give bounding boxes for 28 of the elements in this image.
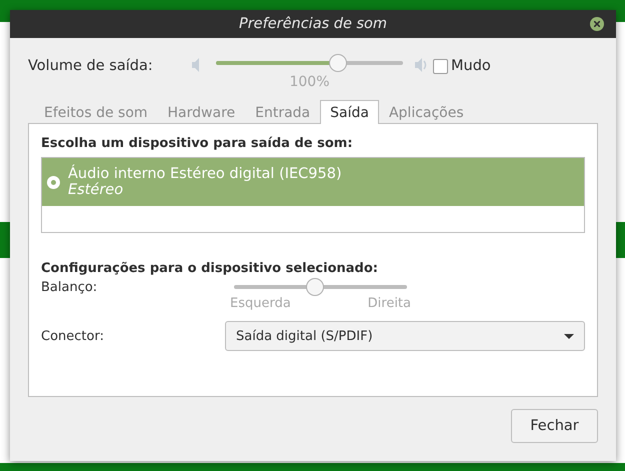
mute-label: Mudo <box>451 58 491 74</box>
connector-dropdown[interactable]: Saída digital (S/PDIF) <box>225 321 585 351</box>
left-label: Esquerda <box>230 296 291 311</box>
tab[interactable]: Efeitos de som <box>34 100 158 124</box>
close-button[interactable] <box>590 17 604 31</box>
tab[interactable]: Saída <box>320 100 379 124</box>
close-dialog-button[interactable]: Fechar <box>511 409 598 443</box>
window-title: Preferências de som <box>10 10 616 38</box>
device-profile: Estéreo <box>68 182 124 198</box>
slider-thumb[interactable] <box>306 278 324 296</box>
mute-checkbox[interactable] <box>433 58 448 74</box>
tab[interactable]: Aplicações <box>378 100 474 124</box>
right-label: Direita <box>368 296 411 311</box>
connector-label: Conector: <box>41 328 104 344</box>
volume-reading: 100% <box>289 74 330 90</box>
speaker-loud-icon <box>415 58 427 72</box>
section-heading: Escolha um dispositivo para saída de som: <box>41 136 354 151</box>
device-name: Áudio interno Estéreo digital (IEC958) <box>68 166 342 182</box>
slider-thumb[interactable] <box>328 54 347 72</box>
balance-label: Balanço: <box>41 280 98 295</box>
close-icon <box>594 21 600 27</box>
tab[interactable]: Entrada <box>245 100 320 124</box>
radio-icon <box>47 176 60 188</box>
volume-label: Volume de saída: <box>28 58 154 74</box>
caret-icon <box>564 334 574 338</box>
section-heading: Configurações para o dispositivo selecionado: <box>41 261 379 276</box>
device-item[interactable]: Áudio interno Estéreo digital (IEC958) Estéreo <box>42 158 584 206</box>
tab[interactable]: Hardware <box>158 100 246 124</box>
